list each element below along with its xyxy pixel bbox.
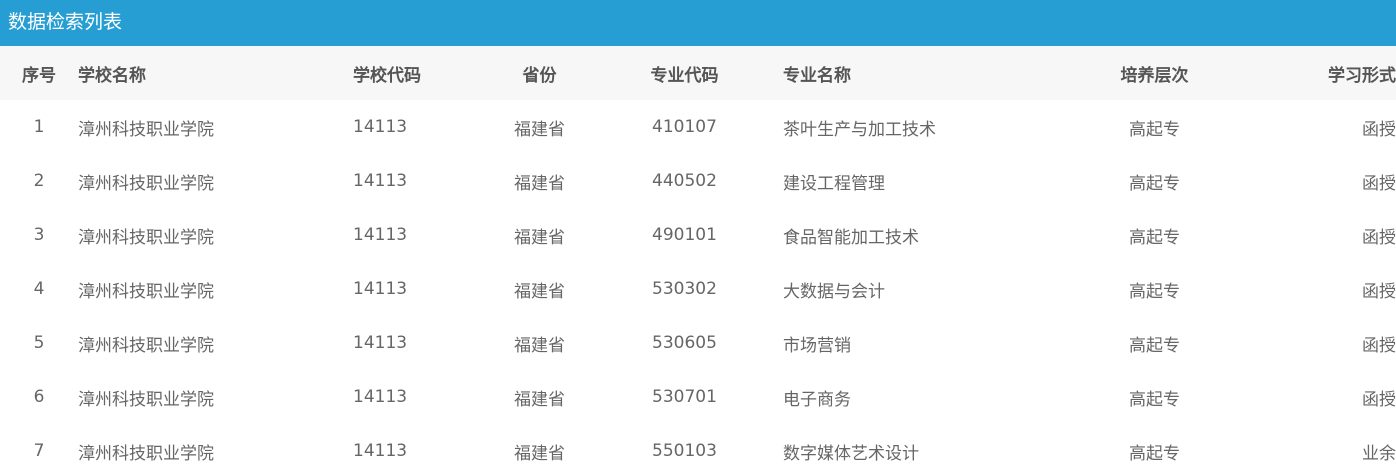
- cell-school-code: 14113: [353, 279, 408, 299]
- cell-index: 4: [33, 279, 45, 299]
- cell-study-mode: 业余: [1362, 443, 1396, 464]
- column-header-index: 序号: [0, 46, 78, 100]
- cell-index: 7: [33, 441, 45, 461]
- table-row: 5 漳州科技职业学院 14113 福建省 530605 市场营销 高起专 函授: [0, 316, 1396, 370]
- cell-major-name: 建设工程管理: [783, 173, 885, 194]
- column-header-school-name: 学校名称: [78, 46, 353, 100]
- cell-province: 福建省: [514, 227, 565, 248]
- table-row: 2 漳州科技职业学院 14113 福建省 440502 建设工程管理 高起专 函…: [0, 154, 1396, 208]
- cell-study-mode: 函授: [1362, 119, 1396, 140]
- cell-school-name: 漳州科技职业学院: [78, 389, 214, 410]
- cell-major-name: 食品智能加工技术: [783, 227, 919, 248]
- panel-title: 数据检索列表: [0, 0, 1396, 46]
- cell-school-code: 14113: [353, 441, 408, 461]
- cell-major-code: 530302: [652, 279, 717, 299]
- cell-study-mode: 函授: [1362, 173, 1396, 194]
- results-table: 序号 学校名称 学校代码 省份 专业代码 专业名称 培养层次 学习形式 1 漳州…: [0, 46, 1396, 474]
- column-header-major-code: 专业代码: [586, 46, 783, 100]
- data-search-panel: 数据检索列表 序号 学校名称 学校代码 省份 专业代码 专业名称 培养层次 学习…: [0, 0, 1396, 474]
- cell-major-code: 530605: [652, 333, 717, 353]
- cell-school-name: 漳州科技职业学院: [78, 443, 214, 464]
- cell-index: 3: [33, 225, 45, 245]
- cell-school-code: 14113: [353, 225, 408, 245]
- cell-school-code: 14113: [353, 117, 408, 137]
- column-header-major-name: 专业名称: [783, 46, 1083, 100]
- cell-index: 6: [33, 387, 45, 407]
- column-header-education-level: 培养层次: [1083, 46, 1226, 100]
- cell-major-code: 440502: [652, 171, 717, 191]
- cell-study-mode: 函授: [1362, 335, 1396, 356]
- cell-province: 福建省: [514, 173, 565, 194]
- cell-index: 2: [33, 171, 45, 191]
- cell-index: 1: [33, 117, 45, 137]
- cell-major-name: 茶叶生产与加工技术: [783, 119, 936, 140]
- table-row: 1 漳州科技职业学院 14113 福建省 410107 茶叶生产与加工技术 高起…: [0, 100, 1396, 154]
- cell-major-name: 市场营销: [783, 335, 851, 356]
- cell-major-name: 大数据与会计: [783, 281, 885, 302]
- cell-major-name: 电子商务: [783, 389, 851, 410]
- table-row: 4 漳州科技职业学院 14113 福建省 530302 大数据与会计 高起专 函…: [0, 262, 1396, 316]
- table-body: 1 漳州科技职业学院 14113 福建省 410107 茶叶生产与加工技术 高起…: [0, 100, 1396, 474]
- cell-school-name: 漳州科技职业学院: [78, 119, 214, 140]
- cell-major-code: 530701: [652, 387, 717, 407]
- cell-education-level: 高起专: [1129, 119, 1180, 140]
- cell-school-code: 14113: [353, 171, 408, 191]
- cell-education-level: 高起专: [1129, 173, 1180, 194]
- cell-major-code: 550103: [652, 441, 717, 461]
- cell-education-level: 高起专: [1129, 335, 1180, 356]
- cell-school-code: 14113: [353, 387, 408, 407]
- cell-education-level: 高起专: [1129, 389, 1180, 410]
- cell-study-mode: 函授: [1362, 389, 1396, 410]
- cell-province: 福建省: [514, 119, 565, 140]
- cell-province: 福建省: [514, 281, 565, 302]
- column-header-school-code: 学校代码: [353, 46, 493, 100]
- cell-school-name: 漳州科技职业学院: [78, 227, 214, 248]
- cell-province: 福建省: [514, 389, 565, 410]
- cell-index: 5: [33, 333, 45, 353]
- table-row: 7 漳州科技职业学院 14113 福建省 550103 数字媒体艺术设计 高起专…: [0, 424, 1396, 474]
- column-header-province: 省份: [493, 46, 586, 100]
- cell-school-name: 漳州科技职业学院: [78, 281, 214, 302]
- cell-education-level: 高起专: [1129, 227, 1180, 248]
- cell-study-mode: 函授: [1362, 281, 1396, 302]
- table-row: 3 漳州科技职业学院 14113 福建省 490101 食品智能加工技术 高起专…: [0, 208, 1396, 262]
- cell-school-name: 漳州科技职业学院: [78, 335, 214, 356]
- cell-major-code: 410107: [652, 117, 717, 137]
- cell-education-level: 高起专: [1129, 281, 1180, 302]
- cell-school-name: 漳州科技职业学院: [78, 173, 214, 194]
- column-header-study-mode: 学习形式: [1226, 46, 1396, 100]
- table-header-row: 序号 学校名称 学校代码 省份 专业代码 专业名称 培养层次 学习形式: [0, 46, 1396, 100]
- cell-education-level: 高起专: [1129, 443, 1180, 464]
- cell-major-code: 490101: [652, 225, 717, 245]
- table-row: 6 漳州科技职业学院 14113 福建省 530701 电子商务 高起专 函授: [0, 370, 1396, 424]
- cell-school-code: 14113: [353, 333, 408, 353]
- cell-province: 福建省: [514, 335, 565, 356]
- cell-study-mode: 函授: [1362, 227, 1396, 248]
- cell-province: 福建省: [514, 443, 565, 464]
- cell-major-name: 数字媒体艺术设计: [783, 443, 919, 464]
